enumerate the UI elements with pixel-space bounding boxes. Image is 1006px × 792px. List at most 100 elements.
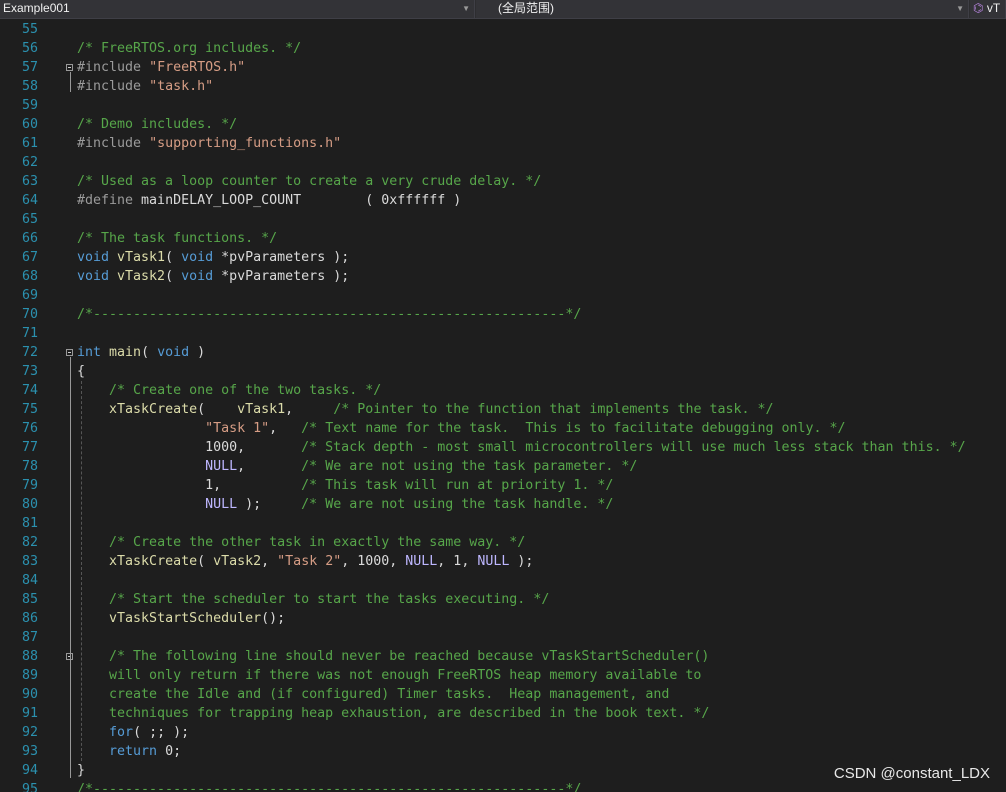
line-number: 90 xyxy=(21,687,38,702)
line-source: #include "FreeRTOS.h" xyxy=(77,58,245,77)
line-number: 73 xyxy=(21,364,38,379)
token-comment: /*--------------------------------------… xyxy=(77,307,582,322)
line-source: void vTask2( void *pvParameters ); xyxy=(77,267,349,286)
line-source: vTaskStartScheduler(); xyxy=(77,609,285,628)
token-str: "Task 2" xyxy=(277,554,342,569)
token-comment: /* We are not using the task handle. */ xyxy=(301,497,614,512)
token-kw: void xyxy=(181,250,222,265)
line-number: 68 xyxy=(21,269,38,284)
line-source: /* Create the other task in exactly the … xyxy=(77,533,525,552)
member-dropdown[interactable]: ⌬ vT xyxy=(970,0,1006,18)
line-number: 87 xyxy=(21,630,38,645)
line-number: 58 xyxy=(21,79,38,94)
line-number: 74 xyxy=(21,383,38,398)
token-plain: } xyxy=(77,763,86,778)
token-kw: void xyxy=(77,269,118,284)
token-str: "Task 1" xyxy=(205,421,270,436)
token-plain: ( ;; ); xyxy=(133,725,190,740)
token-plain: mainDELAY_LOOP_COUNT ( 0xffffff ) xyxy=(141,193,462,208)
line-source: int main( void ) xyxy=(77,343,205,362)
token-fn: vTaskStartScheduler xyxy=(109,611,262,626)
line-number: 57 xyxy=(21,60,38,75)
token-comment: techniques for trapping heap exhaustion,… xyxy=(77,706,710,721)
token-fn: vTask1 xyxy=(237,402,286,417)
line-source: #include "supporting_functions.h" xyxy=(77,134,341,153)
line-source: } xyxy=(77,761,85,780)
line-number: 78 xyxy=(21,459,38,474)
project-dropdown[interactable]: Example001 ▼ xyxy=(0,0,475,18)
token-kw: int xyxy=(77,345,110,360)
token-plain: ) xyxy=(197,345,206,360)
token-plain: *pvParameters ); xyxy=(221,250,350,265)
token-fn: vTask2 xyxy=(213,554,262,569)
navigation-bar: Example001 ▼ (全局范围) ▼ ⌬ vT xyxy=(0,0,1006,19)
line-source: /* Demo includes. */ xyxy=(77,115,237,134)
member-name: vT xyxy=(986,1,1001,15)
line-number: 60 xyxy=(21,117,38,132)
token-fn: vTask2 xyxy=(117,269,166,284)
token-comment: /* Create the other task in exactly the … xyxy=(109,535,526,550)
line-number: 65 xyxy=(21,212,38,227)
indent-guide xyxy=(81,381,82,761)
line-source: /* FreeRTOS.org includes. */ xyxy=(77,39,301,58)
token-plain: ( xyxy=(141,345,158,360)
line-number: 63 xyxy=(21,174,38,189)
line-number: 77 xyxy=(21,440,38,455)
token-plain: 0; xyxy=(165,744,182,759)
token-plain: , 1000, xyxy=(341,554,406,569)
token-plain: , xyxy=(237,459,302,474)
line-source: /*--------------------------------------… xyxy=(77,305,581,324)
line-number: 64 xyxy=(21,193,38,208)
token-comment: /* The task functions. */ xyxy=(77,231,278,246)
line-number: 69 xyxy=(21,288,38,303)
token-comment: /* Text name for the task. This is to fa… xyxy=(301,421,846,436)
token-macro: NULL xyxy=(205,459,238,474)
fold-toggle-icon[interactable] xyxy=(66,64,73,71)
line-number: 80 xyxy=(21,497,38,512)
token-macro: NULL xyxy=(205,497,238,512)
line-source: "Task 1", /* Text name for the task. Thi… xyxy=(77,419,846,438)
scope-name: (全局范围) xyxy=(498,1,554,15)
token-kw: void xyxy=(77,250,118,265)
line-number: 55 xyxy=(21,22,38,37)
token-plain: (); xyxy=(261,611,286,626)
token-macro: NULL xyxy=(477,554,510,569)
token-pp: #include xyxy=(77,79,150,94)
line-source: #include "task.h" xyxy=(77,77,213,96)
line-number: 71 xyxy=(21,326,38,341)
token-comment: /* Pointer to the function that implemen… xyxy=(333,402,774,417)
token-comment: will only return if there was not enough… xyxy=(77,668,702,683)
token-comment: /* Stack depth - most small microcontrol… xyxy=(301,440,966,455)
line-source: /* Used as a loop counter to create a ve… xyxy=(77,172,541,191)
token-comment: /*--------------------------------------… xyxy=(77,782,582,792)
method-icon: ⌬ xyxy=(973,1,984,15)
line-source: /* The following line should never be re… xyxy=(77,647,709,666)
line-source: for( ;; ); xyxy=(77,723,189,742)
token-plain: ( xyxy=(197,554,214,569)
line-number: 82 xyxy=(21,535,38,550)
token-plain: ( xyxy=(165,250,182,265)
scope-dropdown[interactable]: (全局范围) ▼ xyxy=(476,0,969,18)
code-editor[interactable]: 55 56 /* FreeRTOS.org includes. */ 57 #inclu… xyxy=(0,19,1006,792)
line-number: 72 xyxy=(21,345,38,360)
line-number: 66 xyxy=(21,231,38,246)
token-plain: 1000, xyxy=(77,440,302,455)
line-number: 86 xyxy=(21,611,38,626)
token-plain: { xyxy=(77,364,86,379)
token-fn: vTask1 xyxy=(117,250,166,265)
line-source: NULL ); /* We are not using the task han… xyxy=(77,495,613,514)
token-comment: /* This task will run at priority 1. */ xyxy=(301,478,614,493)
line-source: /*--------------------------------------… xyxy=(77,780,581,792)
line-number: 92 xyxy=(21,725,38,740)
token-fn: xTaskCreate xyxy=(109,554,198,569)
line-number: 84 xyxy=(21,573,38,588)
fold-toggle-icon[interactable] xyxy=(66,349,73,356)
token-comment: /* The following line should never be re… xyxy=(109,649,710,664)
line-source: 1, /* This task will run at priority 1. … xyxy=(77,476,613,495)
line-source: create the Idle and (if configured) Time… xyxy=(77,685,669,704)
line-source: { xyxy=(77,362,85,381)
token-str: "supporting_functions.h" xyxy=(149,136,342,151)
line-source: NULL, /* We are not using the task param… xyxy=(77,457,637,476)
